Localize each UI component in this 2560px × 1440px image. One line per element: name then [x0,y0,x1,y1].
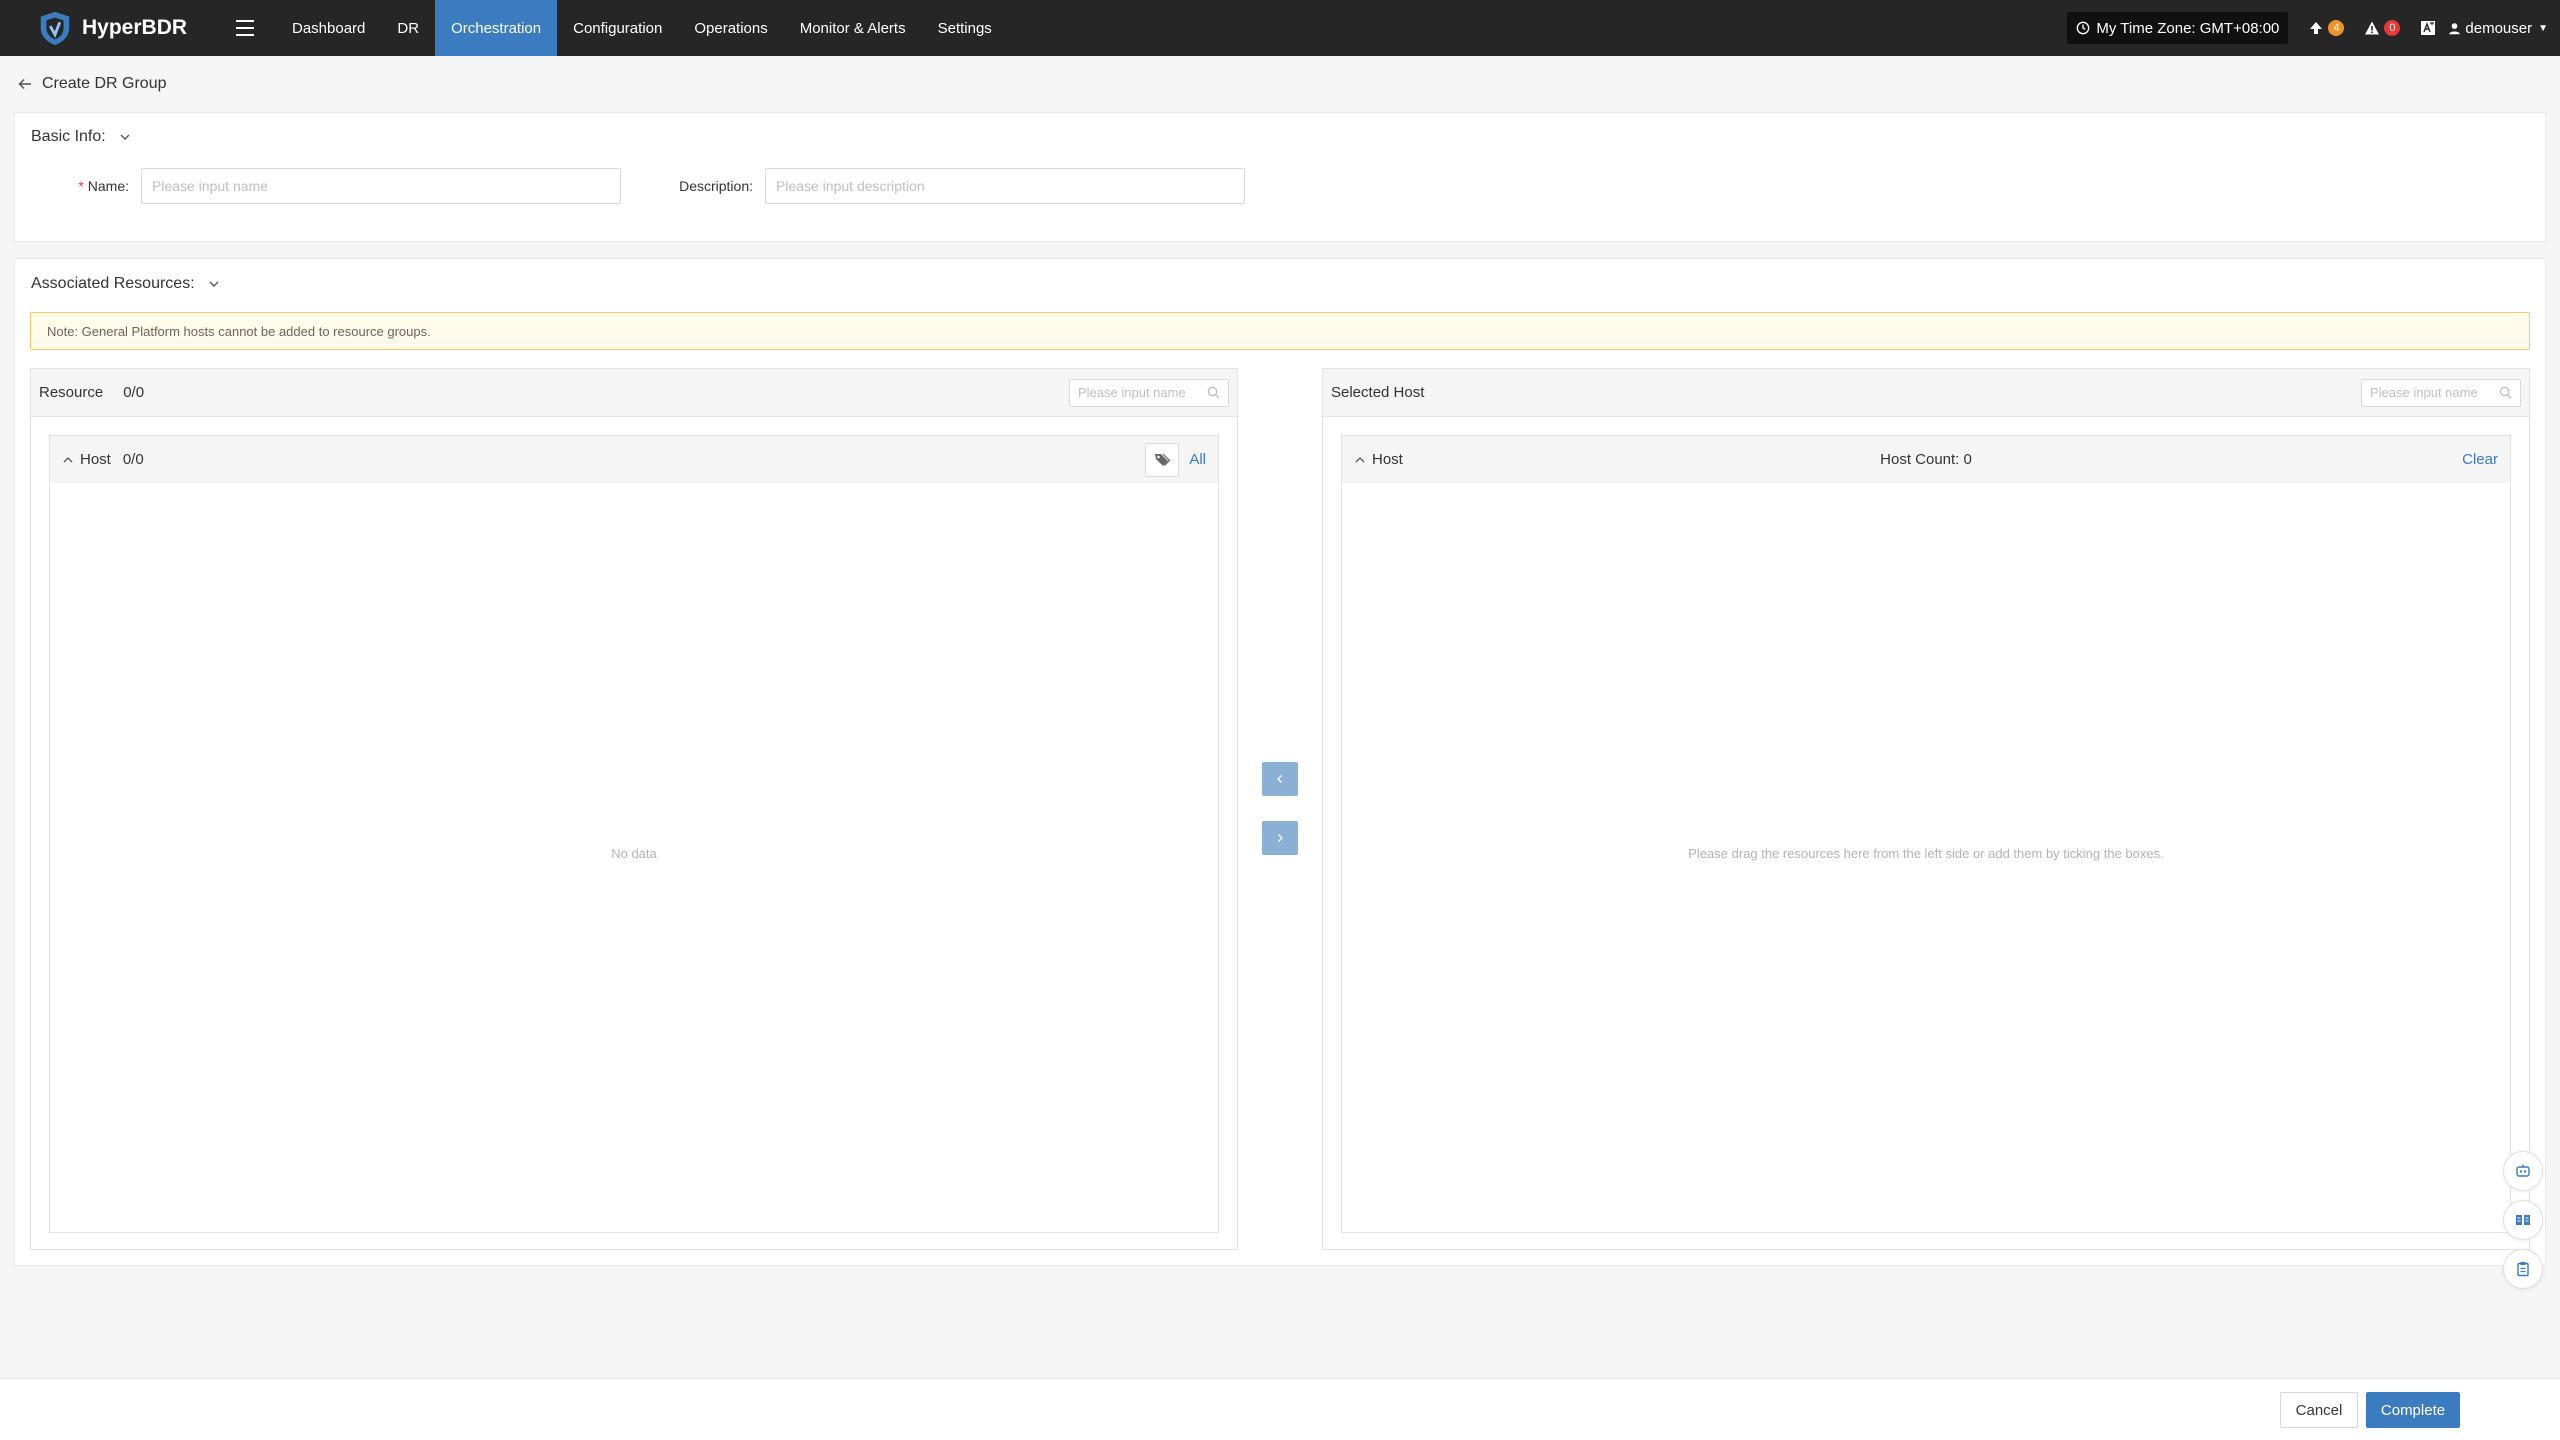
basic-info-card: Basic Info: *Name: Description: [14,112,2546,242]
clock-icon [2077,21,2090,35]
clipboard-button[interactable] [2503,1249,2543,1289]
search-icon[interactable] [1207,386,1220,399]
selected-host-title: Selected Host [1331,384,1425,401]
page-header: Create DR Group [0,56,2560,112]
upgrade-notifications[interactable]: 4 [2308,20,2345,36]
warning-note: Note: General Platform hosts cannot be a… [30,312,2530,350]
back-arrow-icon[interactable] [17,76,33,92]
chevron-left-icon [1277,775,1282,783]
caret-down-icon: ▼ [2538,22,2548,34]
selected-host-panel-header: Selected Host [1323,369,2529,417]
host-group-count: 0/0 [122,451,144,468]
chevron-right-icon [1278,834,1283,842]
description-input[interactable] [765,168,1245,204]
tags-icon [1155,453,1171,466]
clipboard-icon [2517,1262,2529,1277]
name-label: * Name: [78,178,129,194]
robot-icon [2516,1164,2530,1177]
app-logo[interactable]: HyperBDR [36,9,211,47]
empty-state-text: No data [611,846,657,861]
host-list-box: Host 0/0 All No data [49,435,1219,1233]
search-icon[interactable] [2499,386,2512,399]
arrow-up-icon [2310,22,2323,34]
basic-info-title: Basic Info: [31,128,106,145]
nav-orchestration[interactable]: Orchestration [435,0,558,56]
selected-host-search-input[interactable] [2370,385,2490,400]
username: demouser [2465,19,2533,37]
timezone-selector[interactable]: My Time Zone: GMT+08:00 [2067,12,2289,44]
associated-resources-title: Associated Resources: [31,275,195,292]
nav-settings[interactable]: Settings [922,0,1008,56]
user-icon [2449,22,2461,34]
alert-count-badge: 0 [2384,20,2401,36]
warning-icon [2365,21,2380,35]
book-icon [2516,1215,2530,1225]
top-navigation-bar: HyperBDR Dashboard DR Orchestration Conf… [0,0,2560,56]
resource-count: 0/0 [123,384,145,401]
selected-host-panel: Selected Host Host Host Count: 0 Clear P… [1322,368,2530,1250]
resource-panel: Resource 0/0 Host 0/0 All No data [30,368,1238,1250]
description-label: Description: [679,178,753,194]
complete-button[interactable]: Complete [2366,1392,2460,1428]
shield-logo-icon [40,11,70,46]
select-all-link[interactable]: All [1189,451,1206,468]
nav-dashboard[interactable]: Dashboard [276,0,381,56]
nav-dr[interactable]: DR [381,0,435,56]
selected-host-search[interactable] [2361,378,2521,407]
nav-monitor-alerts[interactable]: Monitor & Alerts [784,0,922,56]
move-left-button[interactable] [1262,762,1298,796]
resource-panel-header: Resource 0/0 [31,369,1237,417]
app-name: HyperBDR [82,16,188,39]
chevron-up-icon[interactable] [62,454,74,466]
chevron-down-icon [209,281,219,287]
selected-host-group-title: Host [1372,451,1403,468]
nav-operations[interactable]: Operations [678,0,783,56]
cancel-button[interactable]: Cancel [2280,1392,2358,1428]
upgrade-count-badge: 4 [2328,20,2345,36]
header-tools: My Time Zone: GMT+08:00 4 0 demouser ▼ [2067,0,2548,56]
move-right-button[interactable] [1262,821,1298,855]
host-count-label: Host Count: 0 [1880,451,1972,468]
resource-search[interactable] [1069,378,1229,407]
tag-filter-button[interactable] [1145,442,1180,477]
support-chat-button[interactable] [2503,1151,2543,1191]
resource-panel-title: Resource [39,384,104,401]
selected-host-group-header: Host Host Count: 0 Clear [1342,436,2510,483]
timezone-label: My Time Zone: GMT+08:00 [2096,19,2280,37]
basic-info-header[interactable]: Basic Info: [31,128,132,146]
language-icon[interactable] [2420,20,2436,36]
menu-toggle-icon[interactable] [231,14,259,42]
chevron-down-icon [120,134,130,140]
docs-button[interactable] [2503,1200,2543,1240]
name-input[interactable] [141,168,621,204]
selected-host-box: Host Host Count: 0 Clear Please drag the… [1341,435,2511,1233]
nav-configuration[interactable]: Configuration [557,0,678,56]
clear-link[interactable]: Clear [2462,451,2498,468]
drag-hint-text: Please drag the resources here from the … [1688,846,2164,861]
host-group-header: Host 0/0 All [50,436,1218,483]
resource-search-input[interactable] [1078,385,1198,400]
associated-resources-header[interactable]: Associated Resources: [31,275,221,293]
user-menu[interactable]: demouser ▼ [2448,20,2548,37]
footer-bar: Cancel Complete [0,1378,2560,1440]
associated-resources-card: Associated Resources: Note: General Plat… [14,258,2546,1266]
page-title: Create DR Group [42,75,167,92]
main-nav: Dashboard DR Orchestration Configuration… [276,0,1008,56]
host-group-title: Host [80,451,111,468]
chevron-up-icon[interactable] [1354,454,1366,466]
alert-notifications[interactable]: 0 [2364,20,2401,36]
basic-info-form: *Name: Description: [15,168,1245,204]
